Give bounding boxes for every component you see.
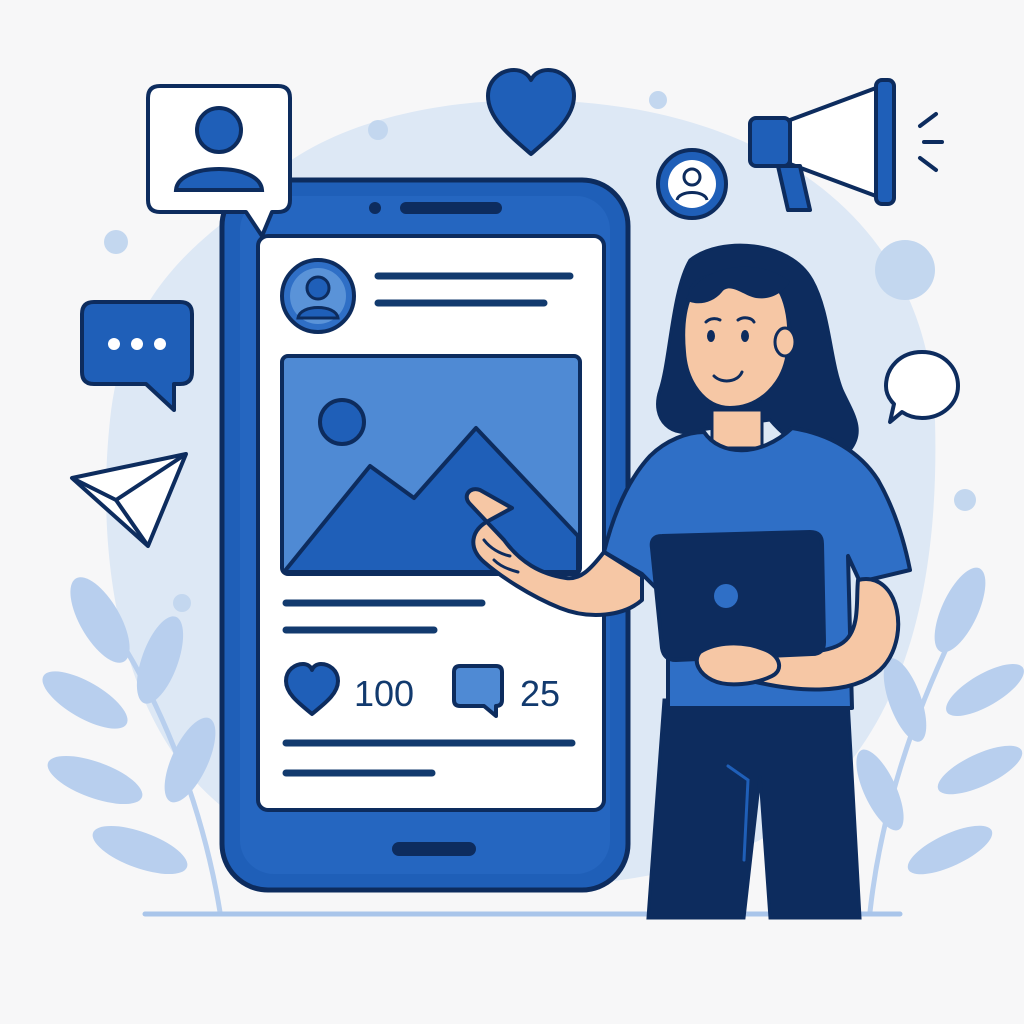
illustration: 100 25 bbox=[42, 68, 1024, 920]
post-image bbox=[280, 354, 582, 576]
pants bbox=[646, 698, 862, 920]
comments-count: 25 bbox=[520, 673, 560, 714]
user-speech-bubble-icon bbox=[146, 84, 292, 238]
post-avatar bbox=[280, 258, 356, 334]
likes-count: 100 bbox=[354, 673, 414, 714]
tablet-device bbox=[649, 529, 827, 663]
user-circle-icon bbox=[656, 148, 728, 220]
speech-bubble-icon bbox=[884, 350, 960, 424]
sun-shape bbox=[318, 398, 366, 446]
